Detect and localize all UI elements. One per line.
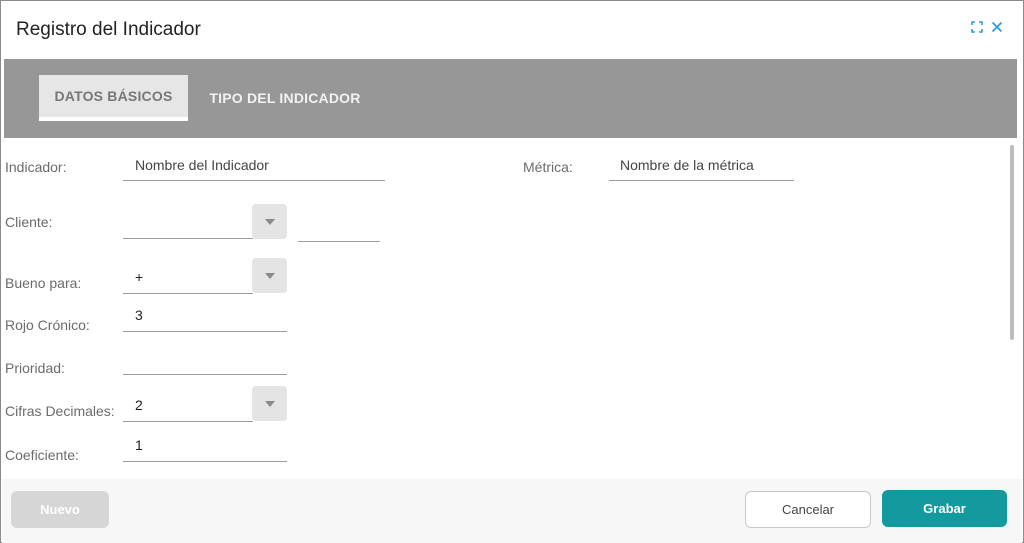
cliente-label: Cliente:: [5, 214, 53, 230]
prioridad-label: Prioridad:: [5, 360, 65, 376]
chevron-down-icon: [264, 272, 275, 279]
metrica-label: Métrica:: [523, 159, 573, 175]
metrica-input[interactable]: Nombre de la métrica: [609, 149, 794, 181]
bueno-para-select[interactable]: +: [123, 261, 253, 294]
vertical-scrollbar[interactable]: [1010, 145, 1014, 340]
cifras-decimales-dropdown-button[interactable]: [252, 386, 287, 421]
rojo-cronico-input[interactable]: 3: [123, 299, 287, 332]
coeficiente-input[interactable]: 1: [123, 429, 287, 462]
bueno-para-value: +: [135, 269, 144, 285]
dialog-title: Registro del Indicador: [16, 19, 201, 40]
indicador-label: Indicador:: [5, 159, 67, 175]
indicador-input[interactable]: Nombre del Indicador: [123, 149, 385, 181]
indicador-placeholder: Nombre del Indicador: [135, 156, 269, 173]
bueno-para-label: Bueno para:: [5, 275, 82, 291]
cifras-decimales-value: 2: [135, 397, 143, 413]
cliente-select[interactable]: [123, 206, 253, 239]
header-actions: [971, 21, 1003, 33]
close-icon[interactable]: [991, 21, 1003, 33]
rojo-cronico-value: 3: [135, 307, 143, 323]
coeficiente-label: Coeficiente:: [5, 447, 79, 463]
cliente-dropdown-button[interactable]: [252, 204, 287, 239]
cifras-decimales-label: Cifras Decimales:: [5, 403, 115, 419]
cancel-button[interactable]: Cancelar: [745, 491, 871, 528]
indicator-dialog: Registro del Indicador DATOS BÁSICOS TIP…: [0, 0, 1024, 543]
bueno-para-dropdown-button[interactable]: [252, 258, 287, 293]
cliente-extra-input[interactable]: [298, 209, 380, 242]
prioridad-input[interactable]: [123, 342, 287, 375]
coeficiente-value: 1: [135, 437, 143, 453]
nuevo-button[interactable]: Nuevo: [11, 491, 109, 528]
tab-bar: DATOS BÁSICOS TIPO DEL INDICADOR: [4, 59, 1017, 138]
cifras-decimales-select[interactable]: 2: [123, 389, 253, 422]
chevron-down-icon: [264, 218, 275, 225]
tab-datos-basicos[interactable]: DATOS BÁSICOS: [39, 75, 188, 121]
expand-icon[interactable]: [971, 21, 983, 33]
save-button[interactable]: Grabar: [882, 490, 1007, 527]
dialog-footer: Nuevo Cancelar Grabar: [2, 479, 1022, 543]
rojo-cronico-label: Rojo Crónico:: [5, 317, 90, 333]
metrica-placeholder: Nombre de la métrica: [620, 156, 754, 173]
tab-tipo-del-indicador[interactable]: TIPO DEL INDICADOR: [200, 75, 370, 121]
chevron-down-icon: [264, 400, 275, 407]
